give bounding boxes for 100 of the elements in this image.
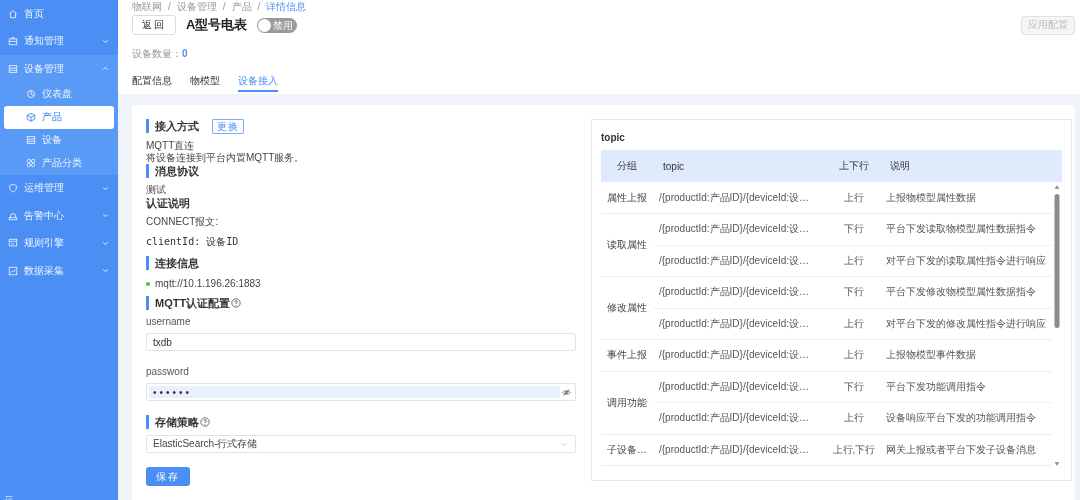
table-cell: 平台下发修改物模型属性数据指令 [880,276,1052,308]
table-cell: /{productId:产品ID}/{deviceId:设… [653,182,828,214]
device-count-label: 设备数量： [132,48,182,59]
table-cell: 子设备… [601,434,653,466]
breadcrumb-link[interactable]: 物联网 [132,1,162,13]
table-cell: 设备响应平台下发的功能调用指令 [880,402,1052,434]
sidebar-item[interactable]: 告警中心 [0,202,118,230]
table-cell: 平台下发读取物模型属性数据指令 [880,213,1052,245]
breadcrumb-link[interactable]: 详情信息 [266,1,307,13]
chart-icon [8,265,18,276]
sidebar-item[interactable]: 首页 [0,0,118,28]
table-cell: 上行 [828,245,880,277]
section-heading: 连接信息 [155,255,199,271]
table-cell: 事件上报 [601,339,653,371]
shield-icon [8,183,18,194]
change-button[interactable]: 更换 [212,118,244,134]
password-field[interactable]: •••••• [146,383,576,401]
table-cell: 读取属性 [601,213,653,277]
sidebar-item[interactable]: 产品 [4,105,114,129]
field-label: username [146,316,191,328]
sidebar-item[interactable]: 通知管理 [0,27,118,55]
table-cell: 上行,下行 [828,434,880,466]
sidebar-item[interactable]: 设备管理 [0,55,118,83]
table-cell: /{productId:产品ID}/{deviceId:设… [653,434,828,466]
section-heading: 接入方式 [155,118,199,134]
tab[interactable]: 设备接入 [238,74,278,92]
column-header: 分组 [601,150,653,182]
table-cell: 下行 [828,213,880,245]
table-cell: 上行 [828,182,880,214]
table-cell: 上行 [828,308,880,340]
sidebar-item[interactable]: 运维管理 [0,174,118,202]
eye-off-icon [562,387,571,397]
connect-message-label: CONNECT报文: [146,216,219,228]
access-method-name: MQTT直连 [146,140,195,152]
table-cell: 平台下发功能调用指令 [880,371,1052,403]
breadcrumb-link[interactable]: 设备管理 [176,1,217,13]
sidebar-item[interactable]: 规则引擎 [0,229,118,257]
table-cell: /{productId:产品ID}/{deviceId:设… [653,308,828,340]
section-heading: 存储策略 [155,414,199,430]
breadcrumb-separator: / [257,1,261,13]
section-heading: 消息协议 [155,163,199,179]
heading-accent-bar [146,164,149,178]
grid-icon [26,158,36,168]
panel-title: topic [601,132,626,144]
table-cell: /{productId:产品ID}/{deviceId:设… [653,213,828,245]
list-icon [8,63,18,74]
heading-accent-bar [146,415,149,429]
alarm-icon [8,210,18,221]
pie-icon [26,89,36,99]
tab[interactable]: 配置信息 [132,74,172,92]
table-cell: 上行 [828,339,880,371]
table-cell: /{productId:产品ID}/{deviceId:设… [653,371,828,403]
sidebar-item[interactable]: 产品分类 [4,151,114,175]
heading-accent-bar [146,256,149,270]
cube-icon [26,112,36,122]
table-cell: 上报物模型事件数据 [880,339,1052,371]
sidebar-item[interactable]: 设备 [4,128,114,152]
storage-select[interactable]: ElasticSearch-行式存储 [146,435,576,453]
access-method-description: 将设备连接到平台内置MQTT服务。 [146,152,305,164]
device-count-value[interactable]: 0 [182,48,188,59]
list-icon [26,135,36,145]
table-cell: 网关上报或者平台下发子设备消息 [880,434,1052,466]
section-heading: MQTT认证配置 [155,295,231,311]
table-cell: 上行 [828,402,880,434]
table-cell: 对平台下发的读取属性指令进行响应 [880,245,1052,277]
table-cell: 对平台下发的修改属性指令进行响应 [880,308,1052,340]
protocol-name: 测试 [146,184,166,196]
briefcase-icon [8,36,18,47]
client-id-text: clientId: 设备ID [146,236,239,248]
table-cell: 上报物模型属性数据 [880,182,1052,214]
table-cell: /{productId:产品ID}/{deviceId:设… [653,402,828,434]
window-icon [8,238,18,249]
breadcrumb-link[interactable]: 产品 [231,1,252,13]
table-cell: /{productId:产品ID}/{deviceId:设… [653,276,828,308]
table-cell: 修改属性 [601,276,653,340]
back-button[interactable]: 返回 [132,15,176,35]
column-header: 上下行 [828,150,880,182]
breadcrumb-separator: / [168,1,171,13]
tab[interactable]: 物模型 [190,74,220,92]
column-header: topic [653,150,828,182]
page-title: A型号电表 [186,16,248,34]
heading-accent-bar [146,119,149,133]
field-label: password [146,366,189,378]
connection-url: mqtt://10.1.196.26:1883 [155,278,261,290]
table-cell: /{productId:产品ID}/{deviceId:设… [653,245,828,277]
table-cell: 下行 [828,371,880,403]
save-button[interactable]: 保存 [146,467,190,486]
heading-accent-bar [146,296,149,310]
table-cell: 调用功能 [601,371,653,434]
status-switch[interactable]: 禁用 [257,17,298,33]
column-header: 说明 [880,150,1052,182]
sidebar-item[interactable]: 数据采集 [0,257,118,285]
home-icon [8,8,18,19]
table-cell: 属性上报 [601,182,653,214]
username-field[interactable]: txdb [146,333,576,351]
breadcrumb-separator: / [222,1,226,13]
sidebar-item[interactable]: 仪表盘 [4,82,114,106]
table-cell: 下行 [828,276,880,308]
table-cell: /{productId:产品ID}/{deviceId:设… [653,339,828,371]
auth-title: 认证说明 [146,196,190,210]
